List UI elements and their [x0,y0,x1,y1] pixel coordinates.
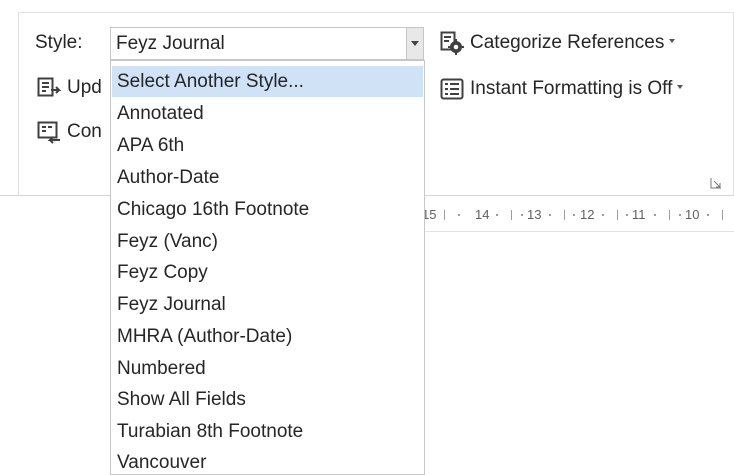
ruler-label: 13 [527,207,542,222]
ruler-dot [654,214,656,216]
update-citations-label: Upd [67,77,102,98]
dropdown-item-numbered[interactable]: Numbered [112,353,423,384]
dialog-launcher-icon[interactable] [709,176,723,190]
dropdown-item-vancouver[interactable]: Vancouver [112,447,423,474]
instant-formatting-button[interactable]: Instant Formatting is Off [440,75,725,103]
categorize-gear-icon [440,31,464,55]
ruler-dot [521,214,523,216]
convert-citations-icon [37,120,61,144]
dropdown-item-select-another-style[interactable]: Select Another Style... [112,66,423,97]
categorize-references-button[interactable]: Categorize References [440,29,715,57]
ruler-label: 14 [475,207,490,222]
convert-citations-label: Con [67,121,102,142]
categorize-references-label: Categorize References [470,31,676,55]
dropdown-item-author-date[interactable]: Author-Date [112,162,423,193]
ruler-tick [669,210,670,220]
ruler-dot [573,214,575,216]
dropdown-item-chicago-16th-footnote[interactable]: Chicago 16th Footnote [112,194,423,225]
ruler-dot [626,214,628,216]
ruler-label: 10 [685,207,700,222]
ruler-tick [617,210,618,220]
ruler-tick [564,210,565,220]
caret-down-icon [669,38,676,43]
ruler-label: 11 [632,207,646,222]
instant-formatting-label: Instant Formatting is Off [470,77,684,101]
horizontal-ruler: 15 14 13 12 11 10 [422,202,734,232]
dropdown-item-apa-6th[interactable]: APA 6th [112,130,423,161]
style-combobox[interactable]: Feyz Journal [110,27,424,60]
ribbon-top-border [18,12,734,13]
style-label: Style: [35,32,83,53]
ruler-bottom-border [425,231,734,232]
dropdown-item-feyz-journal[interactable]: Feyz Journal [112,289,423,320]
dropdown-item-feyz-copy[interactable]: Feyz Copy [112,257,423,288]
dropdown-item-feyz-vanc[interactable]: Feyz (Vanc) [112,226,423,257]
ruler-label: 12 [580,207,595,222]
dropdown-item-mhra-author-date[interactable]: MHRA (Author-Date) [112,321,423,352]
style-dropdown-list[interactable]: Select Another Style... Annotated APA 6t… [110,60,425,475]
ruler-tick [444,210,445,220]
update-citations-icon [37,76,62,100]
ruler-tick [511,210,512,220]
chevron-down-icon[interactable] [406,28,423,59]
ruler-dot [549,214,551,216]
ruler-dot [707,214,709,216]
ribbon-left-border [18,12,19,196]
update-citations-button[interactable]: Upd [37,74,109,102]
ruler-tick [722,210,723,220]
ruler-dot [602,214,604,216]
dropdown-item-annotated[interactable]: Annotated [112,98,423,129]
ruler-dot [679,214,681,216]
convert-citations-button[interactable]: Con [37,118,109,146]
caret-down-icon [677,84,684,89]
ruler-dot [458,214,460,216]
dropdown-item-show-all-fields[interactable]: Show All Fields [112,384,423,415]
ruler-dot [496,214,498,216]
dropdown-item-turabian-8th-footnote[interactable]: Turabian 8th Footnote [112,416,423,447]
style-combobox-value[interactable]: Feyz Journal [116,32,225,56]
instant-formatting-icon [440,77,464,101]
